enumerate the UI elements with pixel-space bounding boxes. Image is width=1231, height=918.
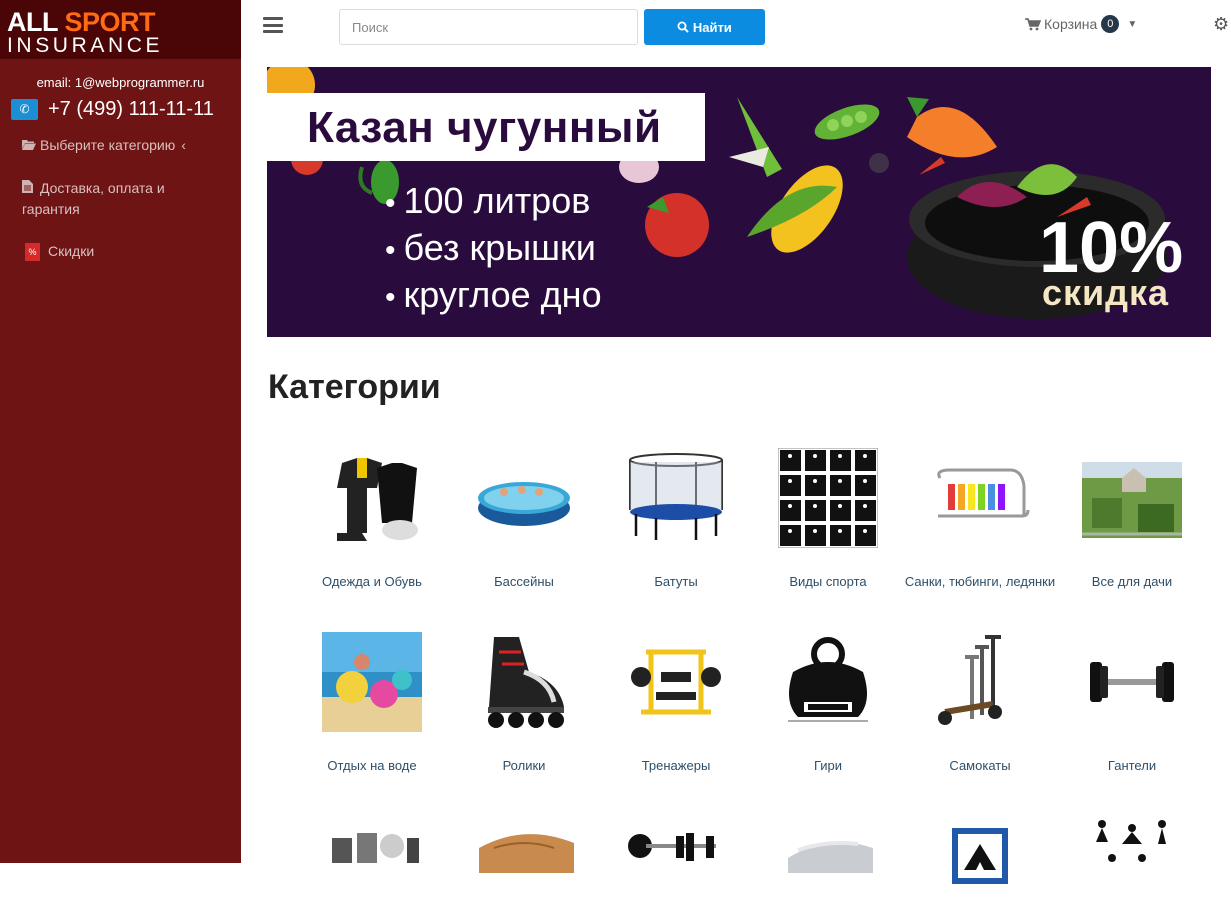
category-label: Самокаты [949,758,1011,773]
air-mattress-icon [778,818,878,918]
garden-icon [1082,448,1182,548]
sidebar: ALL SPORT INSURANCE email: 1@webprogramm… [0,0,241,863]
search-button-label: Найти [692,19,732,35]
categories-heading: Категории [268,368,441,406]
category-label: Гантели [1107,758,1157,773]
clothing-icon [322,448,422,548]
sidebar-item-label: Скидки [48,243,95,259]
category-label: Батуты [654,574,698,589]
phone-icon: ✆ [11,98,38,120]
category-card[interactable]: Тренажеры [600,632,752,775]
category-card[interactable]: Виды спорта [752,448,904,591]
logo[interactable]: ALL SPORT INSURANCE [0,0,241,59]
category-label: Ролики [502,758,546,773]
category-card[interactable]: Отдых на воде [296,632,448,775]
banner-feature: 100 литров [385,179,602,226]
cart-label: Корзина [1044,16,1098,32]
category-label: Все для дачи [1091,574,1173,589]
category-card[interactable]: Бассейны [448,448,600,591]
sports-pictograms-icon [778,448,878,548]
banner-feature: без крышки [385,226,602,273]
accessories-icon [322,818,422,918]
logo-word-insurance: INSURANCE [7,34,164,57]
category-card[interactable]: Ролики [448,632,600,775]
skateboard-icon [474,818,574,918]
category-card[interactable] [296,818,448,918]
gear-icon[interactable]: ⚙ [1213,14,1229,35]
search-button[interactable]: Найти [644,9,765,45]
category-label: Отдых на воде [327,758,417,773]
sidebar-item-categories[interactable]: Выберите категорию ‹ [22,135,222,156]
category-label: Тренажеры [641,758,711,773]
contact-phone-row: ✆ +7 (499) 111-11-11 [11,97,214,121]
document-icon [22,179,40,199]
category-label: Виды спорта [789,574,867,589]
category-card[interactable]: Батуты [600,448,752,591]
category-label: Гири [813,758,843,773]
category-card[interactable] [600,818,752,918]
scooter-icon [930,632,1030,732]
category-card[interactable]: Санки, тюбинги, ледянки [904,448,1056,591]
category-label: Одежда и Обувь [322,574,422,589]
category-card[interactable]: Гантели [1056,632,1208,775]
cart-icon [1025,17,1041,30]
banner-features: 100 литров без крышки круглое дно [385,179,602,320]
trampoline-icon [626,448,726,548]
cart-dropdown[interactable]: Корзина 0 ▼ [1025,15,1137,33]
pool-icon [474,448,574,548]
beach-icon [322,632,422,732]
yoga-icon [1082,818,1182,918]
category-card[interactable] [448,818,600,918]
contact-email: email: 1@webprogrammer.ru [36,75,205,90]
kettlebell-icon [778,632,878,732]
chevron-down-icon: ▼ [1127,18,1138,30]
category-card[interactable] [904,818,1056,918]
logo-word-sport: SPORT [64,7,156,37]
category-label: Санки, тюбинги, ледянки [904,574,1056,589]
gym-machine-icon [626,632,726,732]
banner-discount-word: скидка [1042,272,1170,313]
logo-word-all: ALL [7,7,58,37]
category-label: Бассейны [494,574,554,589]
barbell-icon [626,818,726,918]
chevron-left-icon: ‹ [181,137,186,153]
rollerblade-icon [474,632,574,732]
search-icon [677,21,689,33]
camping-sign-icon [930,818,1030,918]
banner-feature: круглое дно [385,273,602,320]
sled-icon [930,448,1030,548]
banner-title: Казан чугунный [307,103,662,152]
cart-count-badge: 0 [1101,15,1120,33]
folder-open-icon [22,136,40,156]
search-input[interactable] [339,9,638,45]
top-bar: Найти Корзина 0 ▼ ⚙ [241,0,1231,52]
sidebar-item-discounts[interactable]: % Скидки [25,241,225,262]
contact-phone[interactable]: +7 (499) 111-11-11 [48,98,214,121]
promo-banner[interactable]: Казан чугунный 100 литров без крышки кру… [267,67,1211,337]
category-card[interactable]: Все для дачи [1056,448,1208,591]
sidebar-item-label: Доставка, оплата и гарантия [22,180,165,217]
sidebar-item-label: Выберите категорию [40,137,176,153]
category-card[interactable]: Одежда и Обувь [296,448,448,591]
sidebar-item-delivery[interactable]: Доставка, оплата и гарантия [22,178,222,219]
category-card[interactable]: Гири [752,632,904,775]
dumbbell-icon [1082,632,1182,732]
category-card[interactable]: Самокаты [904,632,1056,775]
category-card[interactable] [752,818,904,918]
menu-icon[interactable] [263,17,283,33]
category-card[interactable] [1056,818,1208,918]
percent-icon: % [25,243,40,262]
